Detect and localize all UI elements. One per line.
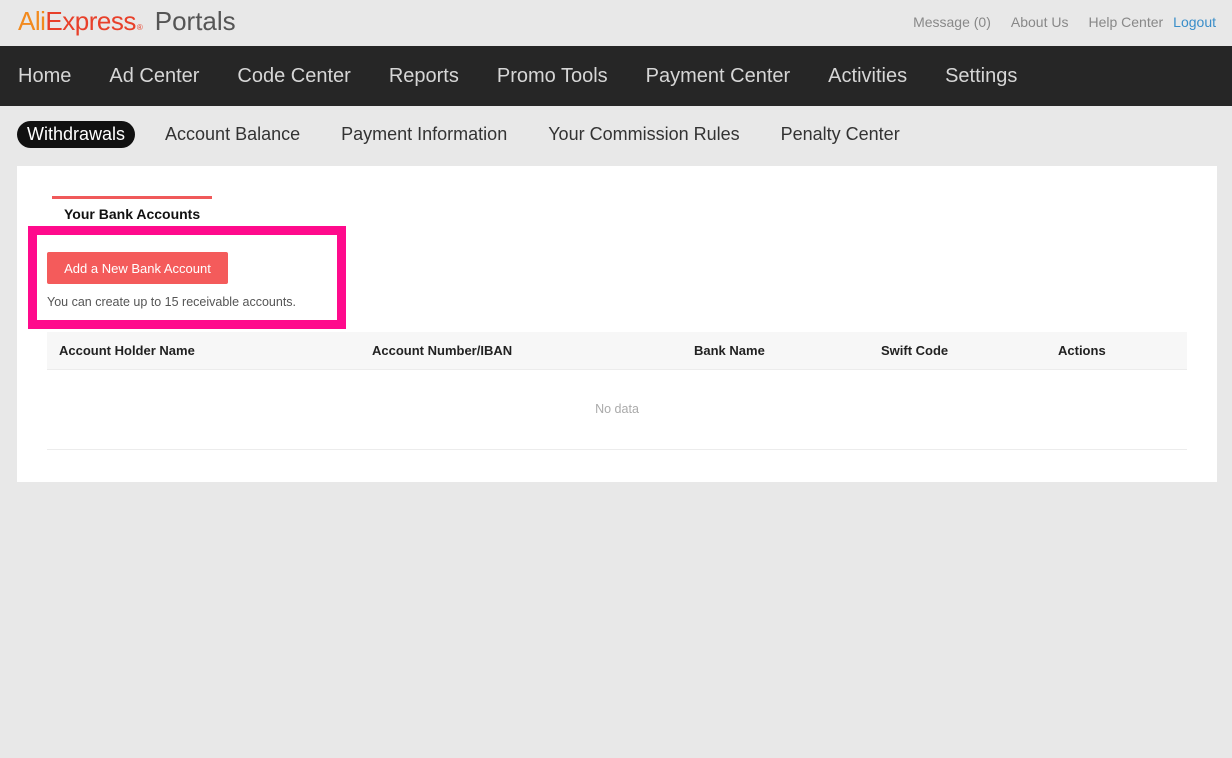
empty-state-text: No data	[595, 402, 639, 416]
nav-home[interactable]: Home	[18, 65, 91, 88]
message-link[interactable]: Message (0)	[913, 14, 991, 30]
column-swift-code: Swift Code	[881, 343, 949, 358]
nav-code-center[interactable]: Code Center	[237, 65, 370, 88]
logo-express: Express	[45, 6, 136, 36]
logout-link[interactable]: Logout	[1173, 14, 1216, 30]
main-nav: Home Ad Center Code Center Reports Promo…	[0, 46, 1232, 106]
tab-your-bank-accounts[interactable]: Your Bank Accounts	[52, 196, 212, 224]
subnav-commission-rules[interactable]: Your Commission Rules	[548, 124, 739, 145]
nav-reports[interactable]: Reports	[389, 65, 479, 88]
column-bank-name: Bank Name	[694, 343, 765, 358]
help-center-link[interactable]: Help Center	[1088, 14, 1163, 30]
column-actions: Actions	[1058, 343, 1106, 358]
subnav-account-balance[interactable]: Account Balance	[165, 124, 300, 145]
bank-accounts-panel: Your Bank Accounts Add a New Bank Accoun…	[17, 166, 1217, 482]
column-account-holder-name: Account Holder Name	[59, 343, 195, 358]
logo-ali-text: Ali	[18, 6, 46, 36]
logo-ali: Ali	[18, 6, 46, 37]
aliexpress-portals-logo[interactable]: Ali Express ® Portals	[18, 6, 236, 40]
logo-portals: Portals	[154, 6, 236, 36]
nav-ad-center[interactable]: Ad Center	[109, 65, 219, 88]
top-links: Message (0) About Us Help Center Logout	[893, 14, 1216, 30]
nav-payment-center[interactable]: Payment Center	[646, 65, 811, 88]
subnav-withdrawals[interactable]: Withdrawals	[17, 120, 136, 148]
logo-trademark: ®	[136, 23, 143, 32]
about-us-link[interactable]: About Us	[1011, 14, 1069, 30]
table-body: No data	[47, 370, 1187, 450]
table-header: Account Holder Name Account Number/IBAN …	[47, 332, 1187, 370]
sub-nav: Withdrawals Account Balance Payment Info…	[17, 120, 941, 148]
nav-activities[interactable]: Activities	[828, 65, 927, 88]
nav-settings[interactable]: Settings	[945, 65, 1037, 88]
subnav-penalty-center[interactable]: Penalty Center	[781, 124, 900, 145]
top-bar: Ali Express ® Portals Message (0) About …	[0, 0, 1232, 46]
add-bank-account-button[interactable]: Add a New Bank Account	[47, 252, 228, 284]
subnav-payment-information[interactable]: Payment Information	[341, 124, 507, 145]
accounts-limit-hint: You can create up to 15 receivable accou…	[47, 295, 297, 309]
nav-promo-tools[interactable]: Promo Tools	[497, 65, 628, 88]
bank-accounts-table: Account Holder Name Account Number/IBAN …	[47, 332, 1187, 450]
column-account-number: Account Number/IBAN	[372, 343, 513, 358]
